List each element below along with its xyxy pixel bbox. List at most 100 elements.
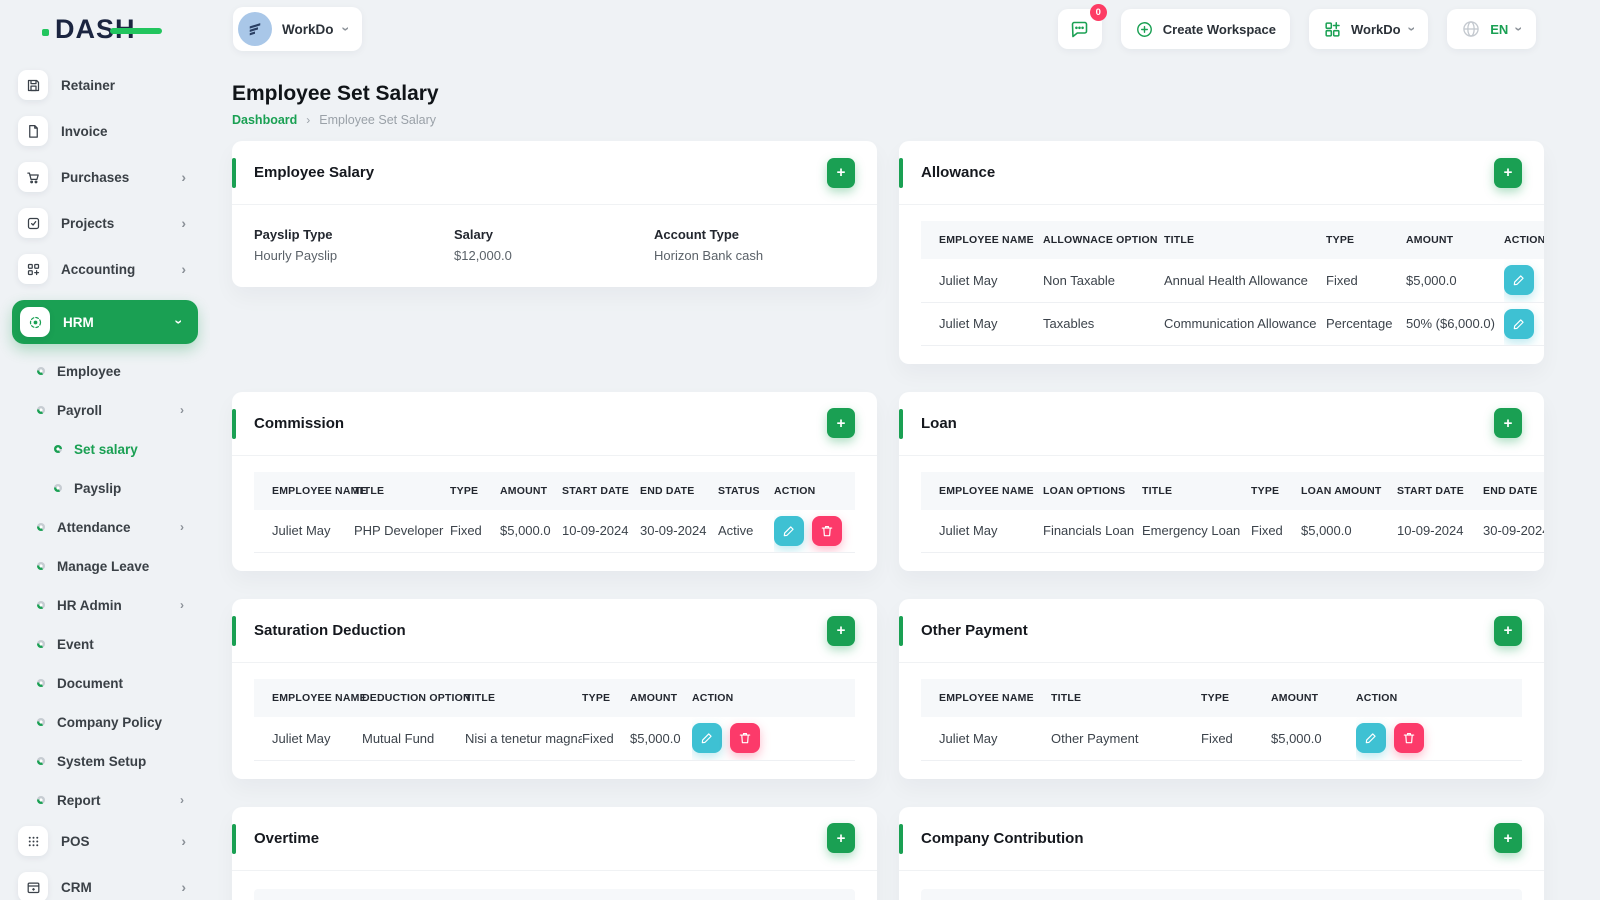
app-switcher-button[interactable]: WorkDo › bbox=[1308, 9, 1429, 49]
edit-button[interactable] bbox=[692, 723, 722, 754]
table-header-row: Employee Name Title Type Amount Start Da… bbox=[254, 471, 855, 510]
brand-logo[interactable]: DASH bbox=[42, 14, 162, 45]
add-company-contribution-button[interactable]: + bbox=[1494, 823, 1522, 853]
sidebar-item-hr-admin[interactable]: HR Admin › bbox=[0, 592, 210, 618]
sidebar-item-manage-leave[interactable]: Manage Leave bbox=[0, 553, 210, 579]
workspace-avatar bbox=[238, 12, 272, 46]
bullet-icon bbox=[37, 523, 45, 531]
sidebar-item-purchases[interactable]: Purchases › bbox=[0, 162, 210, 192]
main-content: Employee Set Salary Dashboard › Employee… bbox=[210, 58, 1600, 900]
breadcrumb: Dashboard › Employee Set Salary bbox=[232, 113, 1544, 127]
sidebar-item-accounting[interactable]: Accounting › bbox=[0, 254, 210, 284]
sidebar-item-employee[interactable]: Employee bbox=[0, 358, 210, 384]
chevron-down-icon: › bbox=[337, 26, 354, 32]
delete-button[interactable] bbox=[1394, 723, 1424, 754]
saturation-deduction-card: Saturation Deduction + Employee Name Ded… bbox=[232, 599, 877, 779]
cart-icon bbox=[18, 162, 48, 192]
other-payment-table: Employee Name Title Type Amount Action J… bbox=[921, 679, 1522, 761]
card-header: Loan + bbox=[899, 392, 1544, 456]
breadcrumb-separator-icon: › bbox=[306, 113, 311, 127]
saturation-deduction-table: Employee Name Deduction Option Title Typ… bbox=[254, 679, 855, 761]
add-saturation-deduction-button[interactable]: + bbox=[827, 615, 855, 646]
bullet-icon bbox=[37, 406, 45, 414]
trash-icon bbox=[821, 525, 833, 536]
edit-button[interactable] bbox=[1504, 265, 1534, 296]
pencil-icon bbox=[1513, 275, 1524, 286]
file-icon bbox=[18, 116, 48, 146]
hrm-icon bbox=[20, 307, 50, 337]
messages-button[interactable]: 0 bbox=[1057, 4, 1107, 49]
chevron-right-icon: › bbox=[181, 169, 186, 185]
workspace-selector[interactable]: WorkDo › bbox=[233, 7, 363, 51]
commission-body: Employee Name Title Type Amount Start Da… bbox=[232, 456, 877, 572]
card-header: Company Contribution + bbox=[899, 807, 1544, 871]
breadcrumb-dashboard-link[interactable]: Dashboard bbox=[232, 113, 297, 127]
sidebar-item-document[interactable]: Document bbox=[0, 670, 210, 696]
app-root: DASH WorkDo › 0 Create Workspace WorkDo … bbox=[0, 0, 1600, 900]
topbar: DASH WorkDo › 0 Create Workspace WorkDo … bbox=[0, 0, 1600, 58]
edit-button[interactable] bbox=[1504, 308, 1534, 339]
edit-button[interactable] bbox=[774, 515, 804, 546]
table-row: Juliet May Other Payment Fixed $5,000.0 bbox=[921, 717, 1522, 761]
sidebar-item-payslip[interactable]: Payslip bbox=[0, 475, 210, 501]
other-payment-body: Employee Name Title Type Amount Action J… bbox=[899, 663, 1544, 779]
delete-button[interactable] bbox=[812, 515, 842, 546]
sidebar-item-company-policy[interactable]: Company Policy bbox=[0, 709, 210, 735]
table-row: Juliet May Taxables Communication Allowa… bbox=[921, 302, 1544, 346]
sidebar-item-system-setup[interactable]: System Setup bbox=[0, 748, 210, 774]
bullet-icon bbox=[37, 718, 45, 726]
create-workspace-label: Create Workspace bbox=[1162, 21, 1276, 37]
add-other-payment-button[interactable]: + bbox=[1494, 615, 1522, 646]
pencil-icon bbox=[1513, 318, 1524, 329]
sidebar-item-pos[interactable]: POS › bbox=[0, 826, 210, 856]
sidebar-item-retainer[interactable]: Retainer bbox=[0, 70, 210, 100]
workspace-name: WorkDo bbox=[282, 21, 334, 37]
edit-button[interactable] bbox=[1356, 723, 1386, 754]
sidebar-item-attendance[interactable]: Attendance › bbox=[0, 514, 210, 540]
table-row: Juliet May Mutual Fund Nisi a tenetur ma… bbox=[254, 717, 855, 761]
sidebar-item-payroll[interactable]: Payroll › bbox=[0, 397, 210, 423]
chevron-right-icon: › bbox=[181, 215, 186, 231]
sidebar: Retainer Invoice Purchases › Projects › bbox=[0, 58, 210, 900]
add-loan-button[interactable]: + bbox=[1494, 408, 1522, 438]
sidebar-item-event[interactable]: Event bbox=[0, 631, 210, 657]
card-header: Employee Salary + bbox=[232, 141, 877, 205]
create-workspace-button[interactable]: Create Workspace bbox=[1120, 9, 1290, 49]
sidebar-item-invoice[interactable]: Invoice bbox=[0, 116, 210, 146]
sidebar-item-hrm[interactable]: HRM › bbox=[12, 300, 198, 344]
chevron-right-icon: › bbox=[180, 598, 184, 612]
add-employee-salary-button[interactable]: + bbox=[827, 157, 855, 188]
add-allowance-button[interactable]: + bbox=[1494, 157, 1522, 188]
overtime-body bbox=[232, 871, 877, 900]
bullet-icon bbox=[37, 796, 45, 804]
add-commission-button[interactable]: + bbox=[827, 408, 855, 438]
building-icon bbox=[249, 23, 261, 36]
bullet-icon bbox=[37, 367, 45, 375]
sidebar-item-set-salary[interactable]: Set salary bbox=[0, 436, 210, 462]
card-header: Other Payment + bbox=[899, 599, 1544, 663]
trash-icon bbox=[739, 733, 751, 744]
pencil-icon bbox=[701, 733, 712, 744]
sidebar-item-crm[interactable]: CRM › bbox=[0, 872, 210, 900]
table-row: Juliet May PHP Developer Fixed $5,000.0 … bbox=[254, 509, 855, 553]
bullet-icon bbox=[54, 445, 62, 453]
card-header: Overtime + bbox=[232, 807, 877, 871]
chevron-right-icon: › bbox=[180, 403, 184, 417]
chevron-right-icon: › bbox=[181, 261, 186, 277]
table-row: Juliet May Financials Loan Emergency Loa… bbox=[921, 509, 1544, 553]
delete-button[interactable] bbox=[730, 723, 760, 754]
cards-grid: Employee Salary + Payslip Type Hourly Pa… bbox=[232, 141, 1544, 900]
sidebar-item-report[interactable]: Report › bbox=[0, 787, 210, 813]
card-header: Saturation Deduction + bbox=[232, 599, 877, 663]
employee-salary-body: Payslip Type Hourly Payslip Salary $12,0… bbox=[232, 205, 877, 287]
logo-bar bbox=[109, 27, 162, 34]
language-button[interactable]: EN › bbox=[1447, 9, 1536, 49]
grid-plus-icon bbox=[1325, 21, 1340, 37]
table-header-row: Employee Name Title Type Amount Action bbox=[921, 679, 1522, 717]
chat-badge: 0 bbox=[1089, 4, 1107, 21]
table-header-row: Employee Name Allownace Option Title Typ… bbox=[921, 221, 1544, 259]
browser-icon bbox=[18, 872, 48, 900]
add-overtime-button[interactable]: + bbox=[827, 823, 855, 853]
chevron-down-icon: › bbox=[1403, 26, 1420, 32]
sidebar-item-projects[interactable]: Projects › bbox=[0, 208, 210, 238]
